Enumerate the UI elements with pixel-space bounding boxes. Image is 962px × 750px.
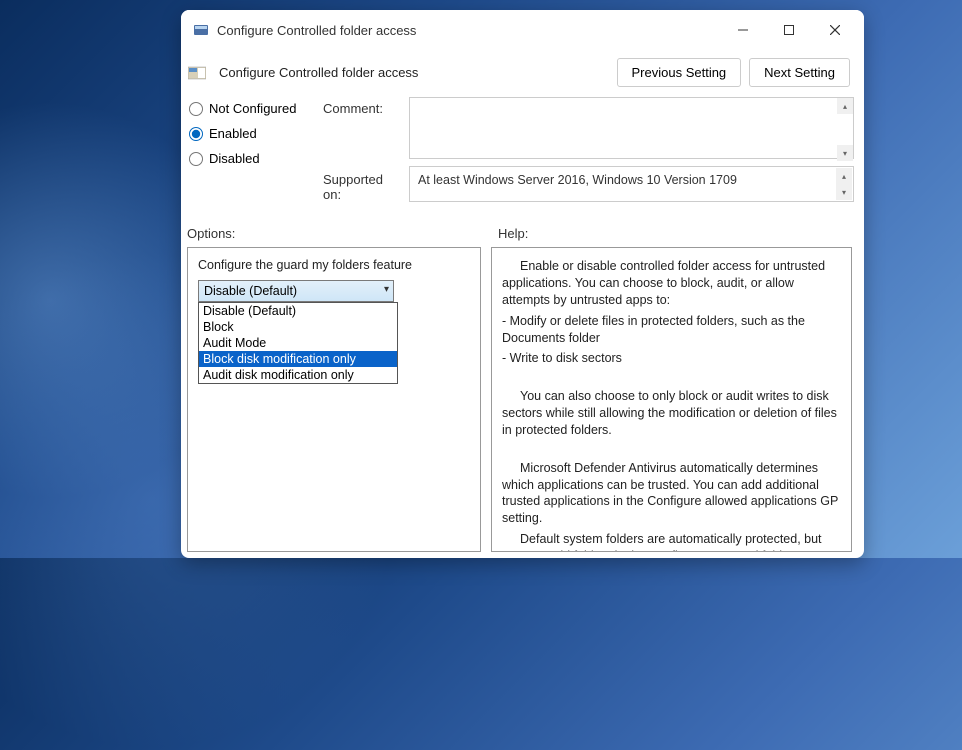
config-area: Not Configured Enabled Disabled Comment:… [181, 97, 864, 212]
supported-on-box: At least Windows Server 2016, Windows 10… [409, 166, 854, 202]
combo-item-audit-disk-mod[interactable]: Audit disk modification only [199, 367, 397, 383]
maximize-icon [784, 25, 794, 35]
guard-feature-combo[interactable]: Disable (Default) Disable (Default) Bloc… [198, 280, 394, 302]
comment-scroll[interactable]: ▴ ▾ [837, 98, 853, 161]
radio-not-configured[interactable]: Not Configured [189, 101, 317, 116]
radio-not-configured-input[interactable] [189, 102, 203, 116]
radio-enabled-input[interactable] [189, 127, 203, 141]
options-section-label: Options: [187, 226, 490, 241]
options-panel: Configure the guard my folders feature D… [187, 247, 481, 552]
help-bullet: - Write to disk sectors [502, 350, 841, 367]
combo-item-block-disk-mod[interactable]: Block disk modification only [199, 351, 397, 367]
policy-header-label: Configure Controlled folder access [219, 65, 609, 80]
maximize-button[interactable] [766, 14, 812, 46]
window-title: Configure Controlled folder access [217, 23, 720, 38]
supported-scroll[interactable]: ▴ ▾ [836, 168, 852, 200]
comment-box: ▴ ▾ [409, 97, 854, 162]
radio-not-configured-label: Not Configured [209, 101, 296, 116]
close-icon [830, 25, 840, 35]
help-section-label: Help: [490, 226, 528, 241]
toolbar: Configure Controlled folder access Previ… [181, 50, 864, 97]
section-labels: Options: Help: [181, 212, 864, 247]
supported-on-label: Supported on: [323, 166, 403, 202]
minimize-icon [738, 25, 748, 35]
scroll-down-icon[interactable]: ▾ [837, 145, 853, 161]
close-button[interactable] [812, 14, 858, 46]
radio-enabled[interactable]: Enabled [189, 126, 317, 141]
scroll-down-icon[interactable]: ▾ [836, 184, 852, 200]
comment-label: Comment: [323, 97, 403, 162]
previous-setting-button[interactable]: Previous Setting [617, 58, 742, 87]
next-setting-button[interactable]: Next Setting [749, 58, 850, 87]
guard-feature-label: Configure the guard my folders feature [198, 258, 470, 272]
supported-on-value: At least Windows Server 2016, Windows 10… [418, 173, 737, 187]
help-paragraph: Enable or disable controlled folder acce… [502, 258, 841, 309]
panels: Configure the guard my folders feature D… [181, 247, 864, 558]
policy-editor-window: Configure Controlled folder access Confi… [181, 10, 864, 558]
scroll-up-icon[interactable]: ▴ [837, 98, 853, 114]
combo-dropdown-list: Disable (Default) Block Audit Mode Block… [198, 302, 398, 384]
comment-textarea[interactable] [409, 97, 854, 159]
help-panel: Enable or disable controlled folder acce… [491, 247, 852, 552]
help-paragraph: You can also choose to only block or aud… [502, 388, 841, 439]
titlebar: Configure Controlled folder access [181, 10, 864, 50]
window-controls [720, 14, 858, 46]
state-radios: Not Configured Enabled Disabled [187, 97, 317, 206]
help-bullet: - Modify or delete files in protected fo… [502, 313, 841, 347]
help-paragraph: Default system folders are automatically… [502, 531, 841, 552]
app-icon [193, 22, 209, 38]
help-paragraph: Microsoft Defender Antivirus automatical… [502, 460, 841, 528]
radio-disabled-label: Disabled [209, 151, 260, 166]
minimize-button[interactable] [720, 14, 766, 46]
radio-enabled-label: Enabled [209, 126, 257, 141]
combo-item-audit-mode[interactable]: Audit Mode [199, 335, 397, 351]
combo-selected[interactable]: Disable (Default) [198, 280, 394, 302]
scroll-up-icon[interactable]: ▴ [836, 168, 852, 184]
radio-disabled-input[interactable] [189, 152, 203, 166]
policy-icon [187, 65, 207, 81]
radio-disabled[interactable]: Disabled [189, 151, 317, 166]
combo-item-block[interactable]: Block [199, 319, 397, 335]
combo-item-disable-default[interactable]: Disable (Default) [199, 303, 397, 319]
